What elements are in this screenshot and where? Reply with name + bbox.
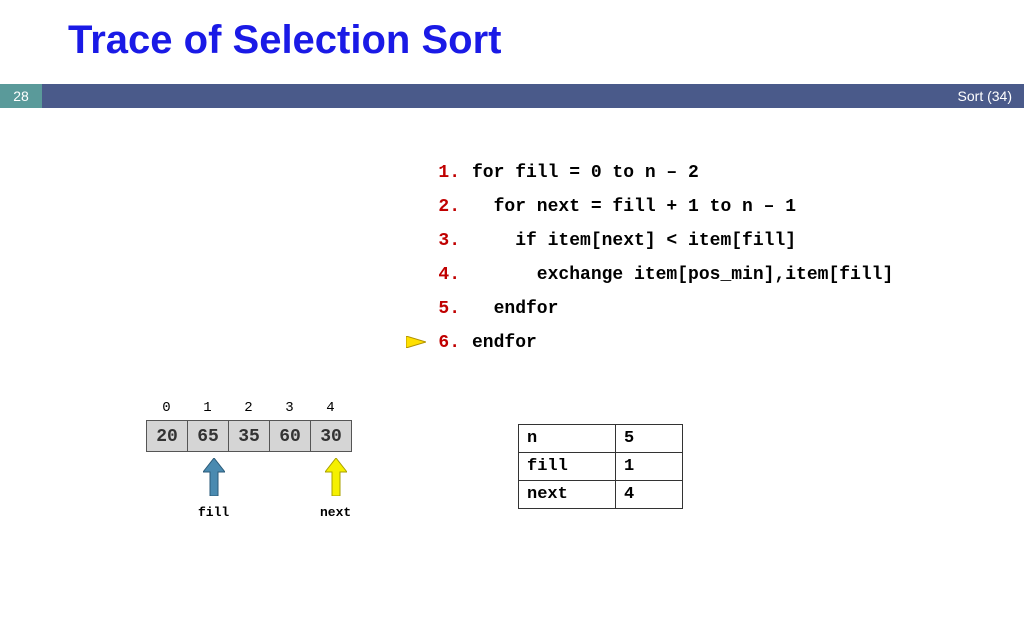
table-row: next 4 bbox=[519, 481, 683, 509]
array-index: 4 bbox=[310, 400, 351, 416]
code-line-text: for fill = 0 to n – 2 bbox=[472, 156, 699, 190]
code-line: 3. if item[next] < item[fill] bbox=[406, 224, 893, 258]
var-name-cell: n bbox=[519, 425, 616, 453]
array-index: 2 bbox=[228, 400, 269, 416]
fill-pointer-label: fill bbox=[198, 505, 229, 520]
table-row: fill 1 bbox=[519, 453, 683, 481]
footer-label: Sort (34) bbox=[958, 84, 1012, 108]
code-line-number: 6. bbox=[432, 326, 460, 360]
variables-table: n 5 fill 1 next 4 bbox=[518, 424, 683, 509]
next-pointer-label: next bbox=[320, 505, 351, 520]
array-cell: 20 bbox=[146, 420, 188, 452]
current-line-marker-icon bbox=[406, 336, 426, 348]
var-value-cell: 4 bbox=[616, 481, 683, 509]
next-pointer: next bbox=[320, 458, 351, 520]
arrow-up-icon bbox=[325, 483, 347, 500]
code-line-text: exchange item[pos_min],item[fill] bbox=[472, 258, 893, 292]
code-line-text: if item[next] < item[fill] bbox=[472, 224, 796, 258]
slide-number-badge: 28 bbox=[0, 84, 42, 108]
array-cell: 35 bbox=[228, 420, 270, 452]
array-index: 0 bbox=[146, 400, 187, 416]
code-line: 4. exchange item[pos_min],item[fill] bbox=[406, 258, 893, 292]
array-cell: 65 bbox=[187, 420, 229, 452]
var-name-cell: fill bbox=[519, 453, 616, 481]
code-line-number: 5. bbox=[432, 292, 460, 326]
slide-title: Trace of Selection Sort bbox=[68, 18, 501, 63]
array-cell: 60 bbox=[269, 420, 311, 452]
arrow-up-icon bbox=[203, 483, 225, 500]
var-value-cell: 1 bbox=[616, 453, 683, 481]
pseudocode-block: 1. for fill = 0 to n – 2 2. for next = f… bbox=[406, 156, 893, 360]
code-line: 2. for next = fill + 1 to n – 1 bbox=[406, 190, 893, 224]
array-index: 3 bbox=[269, 400, 310, 416]
code-line-text: endfor bbox=[472, 326, 537, 360]
code-line: 6. endfor bbox=[406, 326, 893, 360]
code-line-number: 2. bbox=[432, 190, 460, 224]
table-row: n 5 bbox=[519, 425, 683, 453]
var-name-cell: next bbox=[519, 481, 616, 509]
code-line-number: 3. bbox=[432, 224, 460, 258]
array-cell: 30 bbox=[310, 420, 352, 452]
array-indices: 0 1 2 3 4 bbox=[146, 400, 351, 416]
code-line: 5. endfor bbox=[406, 292, 893, 326]
code-line-number: 1. bbox=[432, 156, 460, 190]
code-line: 1. for fill = 0 to n – 2 bbox=[406, 156, 893, 190]
code-line-number: 4. bbox=[432, 258, 460, 292]
array-visual: 20 65 35 60 30 bbox=[146, 420, 352, 452]
fill-pointer: fill bbox=[198, 458, 229, 520]
code-line-text: for next = fill + 1 to n – 1 bbox=[472, 190, 796, 224]
var-value-cell: 5 bbox=[616, 425, 683, 453]
header-bar bbox=[0, 84, 1024, 108]
code-line-text: endfor bbox=[472, 292, 558, 326]
array-index: 1 bbox=[187, 400, 228, 416]
code-marker-slot bbox=[406, 326, 432, 360]
